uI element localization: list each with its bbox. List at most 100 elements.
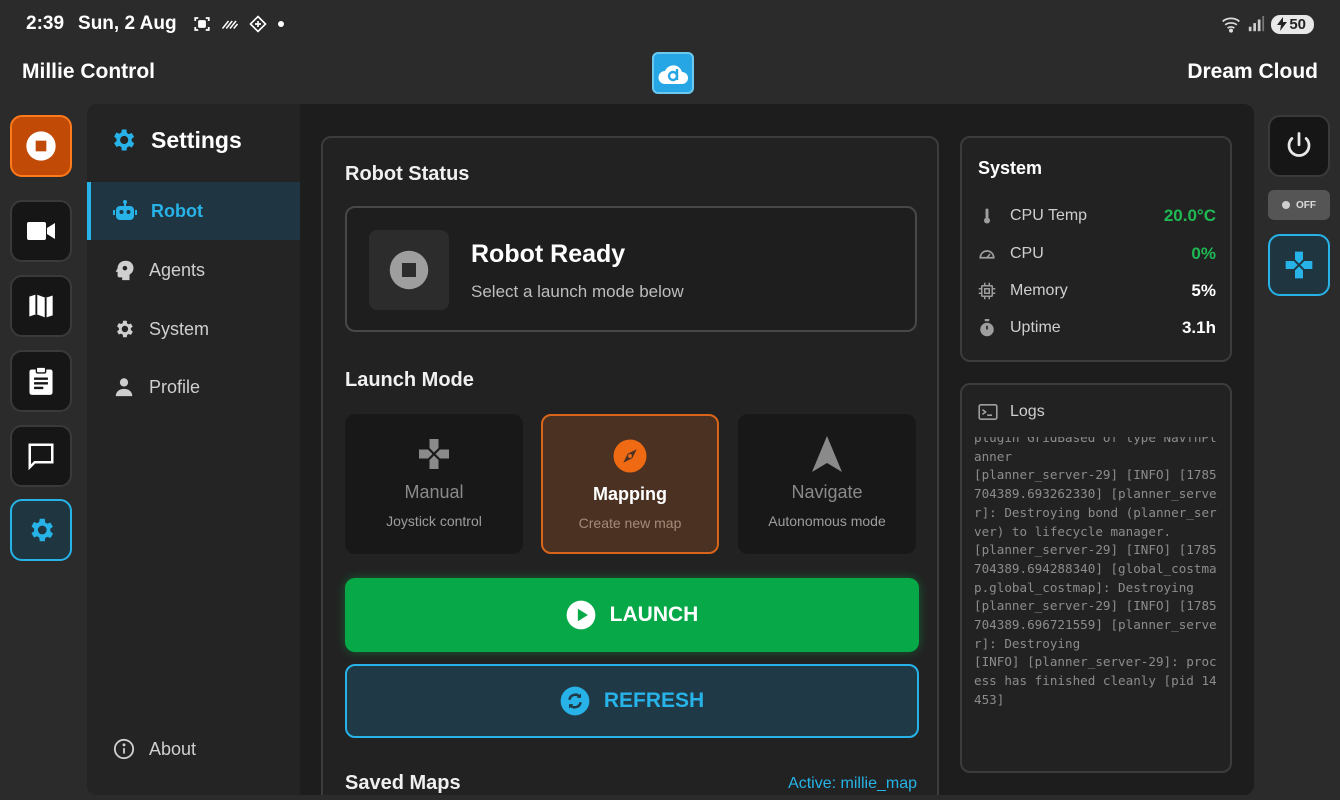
power-button[interactable] <box>1268 115 1330 177</box>
system-title: System <box>978 158 1043 178</box>
status-time: 2:39 <box>26 13 65 34</box>
rail-chat-button[interactable] <box>10 425 72 487</box>
status-date: Sun, 2 Aug <box>78 13 177 34</box>
refresh-button[interactable]: REFRESH <box>345 664 919 738</box>
system-value: 3.1h <box>1181 318 1216 337</box>
charging-bolt-icon <box>1277 17 1288 31</box>
sidebar-item-label: Robot <box>151 200 203 221</box>
wifi-icon <box>1222 17 1241 33</box>
rail-map-button[interactable] <box>10 275 72 337</box>
head-icon <box>115 260 134 281</box>
chat-icon <box>28 443 54 471</box>
mode-desc: Create new map <box>578 515 682 531</box>
thermometer-icon <box>984 208 990 224</box>
robot-status-box: Robot Ready Select a launch mode below <box>345 206 917 332</box>
chip-icon <box>978 282 996 300</box>
system-value: 5% <box>1191 281 1216 300</box>
settings-title: Settings <box>151 126 242 153</box>
camera-icon <box>27 222 55 240</box>
speedometer-icon <box>979 250 995 259</box>
system-row-cpu-temp: CPU Temp 20.0°C <box>978 204 1216 228</box>
system-value: 0% <box>1191 244 1216 263</box>
map-icon <box>29 294 53 318</box>
toggle-label: OFF <box>1296 199 1316 211</box>
system-row-memory: Memory 5% <box>978 279 1216 303</box>
mode-name: Navigate <box>791 482 863 502</box>
navigation-arrow-icon <box>812 436 842 472</box>
diamond-icon <box>248 15 267 33</box>
play-icon <box>566 600 596 630</box>
rail-camera-button[interactable] <box>10 200 72 262</box>
status-notification-icons <box>193 15 285 33</box>
active-map-label[interactable]: Active: millie_map <box>788 775 917 793</box>
system-label: Uptime <box>1010 319 1061 336</box>
app-right-title: Dream Cloud <box>1187 60 1318 83</box>
refresh-label: REFRESH <box>603 689 705 712</box>
dream-cloud-logo[interactable] <box>652 52 694 94</box>
joystick-button[interactable] <box>1268 234 1330 296</box>
system-card: System CPU Temp 20.0°C CPU 0% Memory 5% … <box>960 136 1232 362</box>
logs-card: Logs plugin GridBased of type NavfnPlann… <box>960 383 1232 773</box>
system-row-uptime: Uptime 3.1h <box>978 316 1216 340</box>
gear-icon <box>31 518 53 542</box>
robot-state-icon-box <box>369 230 449 310</box>
emergency-stop-button[interactable] <box>10 115 72 177</box>
dot-icon <box>277 21 284 27</box>
logs-header: Logs <box>978 403 1045 421</box>
person-icon <box>115 378 133 397</box>
screenshot-icon <box>193 17 210 31</box>
stop-icon <box>26 131 56 161</box>
robot-status-title: Robot Status <box>345 163 470 185</box>
system-label: CPU Temp <box>1010 207 1088 224</box>
logs-scroll-area[interactable]: plugin GridBased of type NavfnPlanner [p… <box>974 437 1222 749</box>
logs-title: Logs <box>1010 403 1045 420</box>
sidebar-item-system[interactable]: System <box>87 300 300 358</box>
cloud-logo-icon <box>658 65 688 84</box>
power-icon <box>1287 132 1311 157</box>
rail-tasks-button[interactable] <box>10 350 72 412</box>
saved-maps-title: Saved Maps <box>345 772 461 794</box>
settings-header: Settings <box>109 126 242 154</box>
mode-desc: Autonomous mode <box>768 513 886 529</box>
system-label: Memory <box>1010 282 1068 299</box>
sidebar-item-label: Profile <box>149 376 201 397</box>
system-value: 20.0°C <box>1163 206 1216 225</box>
toggle-dot-icon <box>1282 201 1290 209</box>
gear-icon <box>117 320 133 338</box>
stripes-icon <box>221 20 238 29</box>
stopwatch-icon <box>980 319 994 337</box>
launch-label: LAUNCH <box>609 603 699 626</box>
logs-text: plugin GridBased of type NavfnPlanner [p… <box>974 437 1217 707</box>
status-system-icons: 50 <box>1221 14 1314 34</box>
refresh-icon <box>560 686 590 716</box>
rail-settings-button[interactable] <box>10 499 72 561</box>
app-header: Millie Control Dream Cloud <box>0 48 1340 102</box>
mode-desc: Joystick control <box>386 513 482 529</box>
robot-state-label: Robot Ready <box>471 240 626 268</box>
mode-manual-button[interactable]: Manual Joystick control <box>345 414 523 554</box>
sidebar-item-label: Agents <box>149 259 206 280</box>
mode-name: Manual <box>404 482 464 502</box>
settings-sidebar: Settings Robot Agents System Profile Abo… <box>87 104 300 795</box>
sidebar-item-label: About <box>149 738 197 759</box>
battery-indicator: 50 <box>1271 14 1314 34</box>
mode-navigate-button[interactable]: Navigate Autonomous mode <box>738 414 916 554</box>
sidebar-item-agents[interactable]: Agents <box>87 241 300 299</box>
mode-mapping-button[interactable]: Mapping Create new map <box>541 414 719 554</box>
main-panel: Settings Robot Agents System Profile Abo… <box>87 104 1254 795</box>
app-title: Millie Control <box>22 60 155 83</box>
sidebar-item-about[interactable]: About <box>87 720 300 778</box>
sidebar-item-label: System <box>149 318 210 339</box>
robot-icon <box>113 200 137 220</box>
gear-icon <box>114 129 135 151</box>
launch-mode-title: Launch Mode <box>345 369 474 391</box>
power-toggle[interactable]: OFF <box>1268 190 1330 220</box>
system-label: CPU <box>1010 245 1044 262</box>
clipboard-icon <box>29 366 53 395</box>
battery-level: 50 <box>1289 15 1306 33</box>
sidebar-item-robot[interactable]: Robot <box>87 182 300 240</box>
sidebar-item-profile[interactable]: Profile <box>87 358 300 416</box>
info-icon <box>113 738 135 760</box>
system-row-cpu: CPU 0% <box>978 242 1216 266</box>
launch-button[interactable]: LAUNCH <box>345 578 919 652</box>
